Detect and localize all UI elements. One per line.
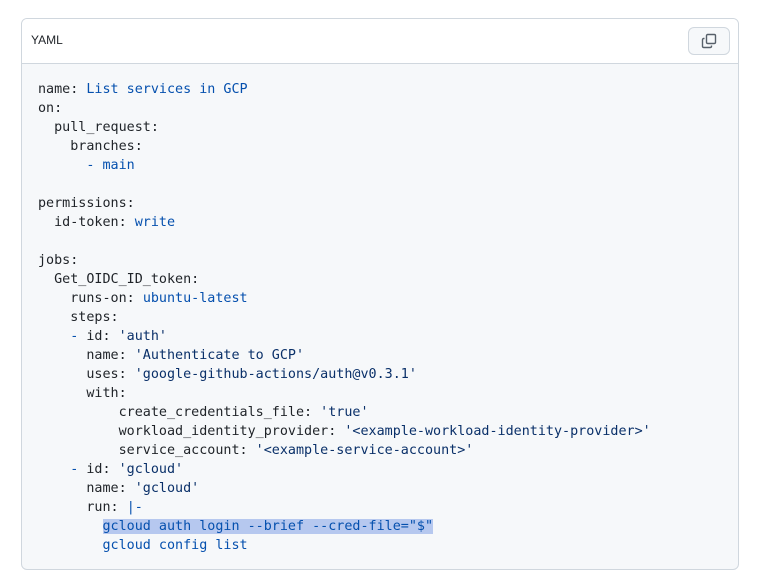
code-line: steps: [38,308,738,327]
code-token: 'gcloud' [134,481,200,496]
code-line: on: [38,99,738,118]
code-token: id: [86,329,119,344]
code-line: run: |- [38,498,738,517]
code-token: pull_request: [38,120,159,135]
code-line: Get_OIDC_ID_token: [38,270,738,289]
code-token: write [134,215,176,230]
selected-code-token: gcloud auth login --brief --cred-file="$… [102,519,434,534]
code-line: runs-on: ubuntu-latest [38,289,738,308]
code-token: 'true' [320,405,369,420]
code-token: on: [38,101,63,116]
code-line: - id: 'gcloud' [38,460,738,479]
code-token: uses: [38,367,135,382]
copy-icon [701,33,717,49]
code-line: pull_request: [38,118,738,137]
code-token: permissions: [38,196,135,211]
code-token: steps: [38,310,119,325]
code-line: jobs: [38,251,738,270]
code-line: name: 'Authenticate to GCP' [38,346,738,365]
code-line: - main [38,156,738,175]
code-token: run: [38,500,127,515]
code-token: runs-on: [38,291,143,306]
code-token: name: [38,481,135,496]
code-token: branches: [38,139,143,154]
code-token: name: [38,82,87,97]
code-token: |- [126,500,143,515]
code-token: jobs: [38,253,79,268]
code-token: name: [38,348,135,363]
code-token: List services in GCP [86,82,248,97]
code-token: with: [38,386,127,401]
code-token: Get_OIDC_ID_token: [38,272,200,287]
code-token: - [38,462,87,477]
code-token: 'gcloud' [118,462,184,477]
code-block-header: YAML [22,19,738,64]
code-token: workload_identity_provider: [38,424,345,439]
code-token: 'Authenticate to GCP' [134,348,305,363]
code-line: permissions: [38,194,738,213]
code-line: with: [38,384,738,403]
code-token: - [38,329,87,344]
code-token: '<example-workload-identity-provider>' [344,424,651,439]
code-line: branches: [38,137,738,156]
code-line: name: List services in GCP [38,80,738,99]
code-line: service_account: '<example-service-accou… [38,441,738,460]
code-token: id: [86,462,119,477]
code-token: - main [38,158,135,173]
code-token: '<example-service-account>' [255,443,474,458]
code-token: create_credentials_file: [38,405,321,420]
code-line: uses: 'google-github-actions/auth@v0.3.1… [38,365,738,384]
code-token: service_account: [38,443,256,458]
code-token: 'google-github-actions/auth@v0.3.1' [134,367,417,382]
code-content[interactable]: name: List services in GCP on: pull_reque… [38,80,738,569]
code-token: ubuntu-latest [142,291,248,306]
code-line: create_credentials_file: 'true' [38,403,738,422]
code-line: id-token: write [38,213,738,232]
code-token: gcloud config list [38,538,248,553]
code-line: gcloud config list [38,536,738,555]
code-token: id-token: [38,215,135,230]
code-block: YAML name: List services in GCP on: pull_… [21,18,739,570]
code-line: name: 'gcloud' [38,479,738,498]
code-line: workload_identity_provider: '<example-wo… [38,422,738,441]
copy-button[interactable] [688,27,730,55]
code-line: gcloud auth login --brief --cred-file="$… [38,517,738,536]
code-token: 'auth' [118,329,167,344]
language-label: YAML [31,33,63,47]
code-line: - id: 'auth' [38,327,738,346]
